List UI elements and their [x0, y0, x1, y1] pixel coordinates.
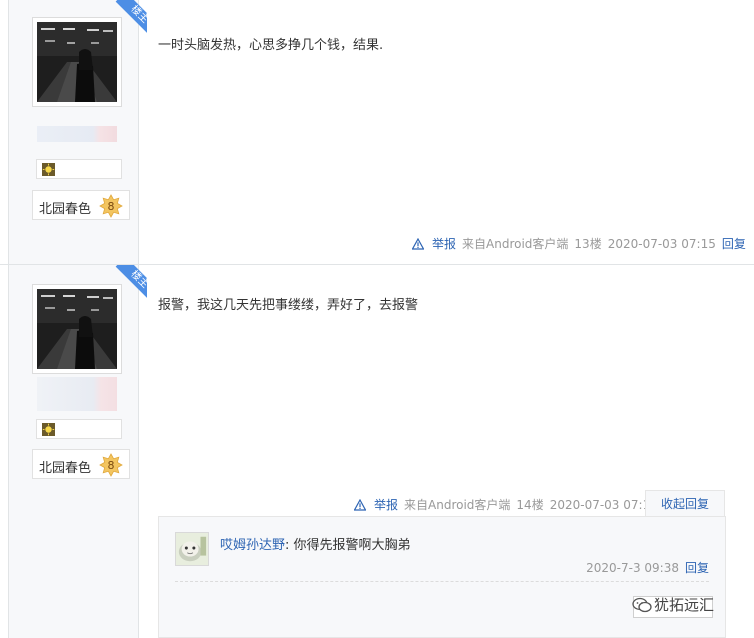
- username-blurred[interactable]: [37, 377, 117, 411]
- reply-avatar-image: [176, 533, 208, 565]
- post-meta: 举报 来自Android客户端 13楼 2020-07-03 07:15 回复: [412, 235, 746, 252]
- report-link[interactable]: 举报: [412, 237, 456, 251]
- post-floor-13: 楼主 北园春色 8 一时头脑发热，心思多挣几个钱，结果. 举报 来自Androi…: [0, 0, 754, 264]
- post-content: 报警，我这几天先把事缕缕，弄好了，去报警: [158, 298, 419, 313]
- floor-number: 14楼: [516, 498, 544, 512]
- report-label: 举报: [374, 498, 399, 512]
- reply-separator: [175, 581, 709, 582]
- watermark-text: 犹拓远汇: [654, 596, 715, 614]
- member-level: [36, 419, 122, 439]
- badge-level-number: 8: [108, 200, 115, 213]
- badge-star-icon: 8: [99, 453, 123, 477]
- post-content: 一时头脑发热，心思多挣几个钱，结果.: [158, 38, 384, 53]
- sun-level-icon: [42, 423, 55, 436]
- badge-level-number: 8: [108, 459, 115, 472]
- reply-meta: 2020-7-3 09:38 回复: [586, 559, 709, 576]
- badge-name: 北园春色: [39, 202, 92, 217]
- report-link[interactable]: 举报: [354, 498, 398, 512]
- username-blurred[interactable]: [37, 126, 117, 142]
- badge-star-icon: 8: [99, 194, 123, 218]
- post-meta: 举报 来自Android客户端 14楼 2020-07-03 07:16: [354, 496, 658, 513]
- watermark: 犹拓远汇: [632, 594, 714, 615]
- post-source: 来自Android客户端: [404, 498, 510, 512]
- reply-username[interactable]: 哎姆孙达野: [220, 538, 285, 553]
- wechat-icon: [632, 597, 652, 613]
- source-text: 来自Android客户端: [404, 498, 511, 512]
- avatar[interactable]: [32, 17, 122, 107]
- author-panel: 楼主 北园春色 8: [8, 0, 147, 264]
- reply-colon: :: [285, 538, 294, 553]
- reply-text: 你得先报警啊大胸弟: [293, 538, 411, 553]
- member-level: [36, 159, 122, 179]
- reply-thread: 哎姆孙达野: 你得先报警啊大胸弟 2020-7-3 09:38 回复: [158, 516, 726, 638]
- warning-icon: [354, 499, 366, 511]
- reply-comment: 哎姆孙达野: 你得先报警啊大胸弟: [220, 534, 411, 553]
- post-time: 2020-07-03 07:15: [607, 237, 716, 251]
- source-text: 来自Android客户端: [462, 237, 569, 251]
- avatar-image: [37, 22, 117, 102]
- forum-badge[interactable]: 北园春色 8: [32, 449, 130, 479]
- author-panel: 楼主 北园春色 8: [8, 265, 147, 638]
- reply-reply-link[interactable]: 回复: [685, 561, 709, 575]
- avatar-image: [37, 289, 117, 369]
- post-floor-14: 楼主 北园春色 8 报警，我这几天先把事缕缕，弄好了，去报警 举报 来自Andr…: [0, 265, 754, 638]
- post-time: 2020-07-03 07:16: [549, 498, 658, 512]
- post-source: 来自Android客户端: [462, 237, 568, 251]
- sun-level-icon: [42, 163, 55, 176]
- report-label: 举报: [432, 237, 457, 251]
- reply-time: 2020-7-3 09:38: [586, 561, 679, 575]
- warning-icon: [412, 238, 424, 250]
- reply-avatar[interactable]: [175, 532, 209, 566]
- forum-badge[interactable]: 北园春色 8: [32, 190, 130, 220]
- avatar[interactable]: [32, 284, 122, 374]
- collapse-replies-button[interactable]: 收起回复: [645, 490, 725, 516]
- reply-link[interactable]: 回复: [722, 237, 746, 251]
- badge-name: 北园春色: [39, 461, 92, 476]
- floor-number: 13楼: [574, 237, 602, 251]
